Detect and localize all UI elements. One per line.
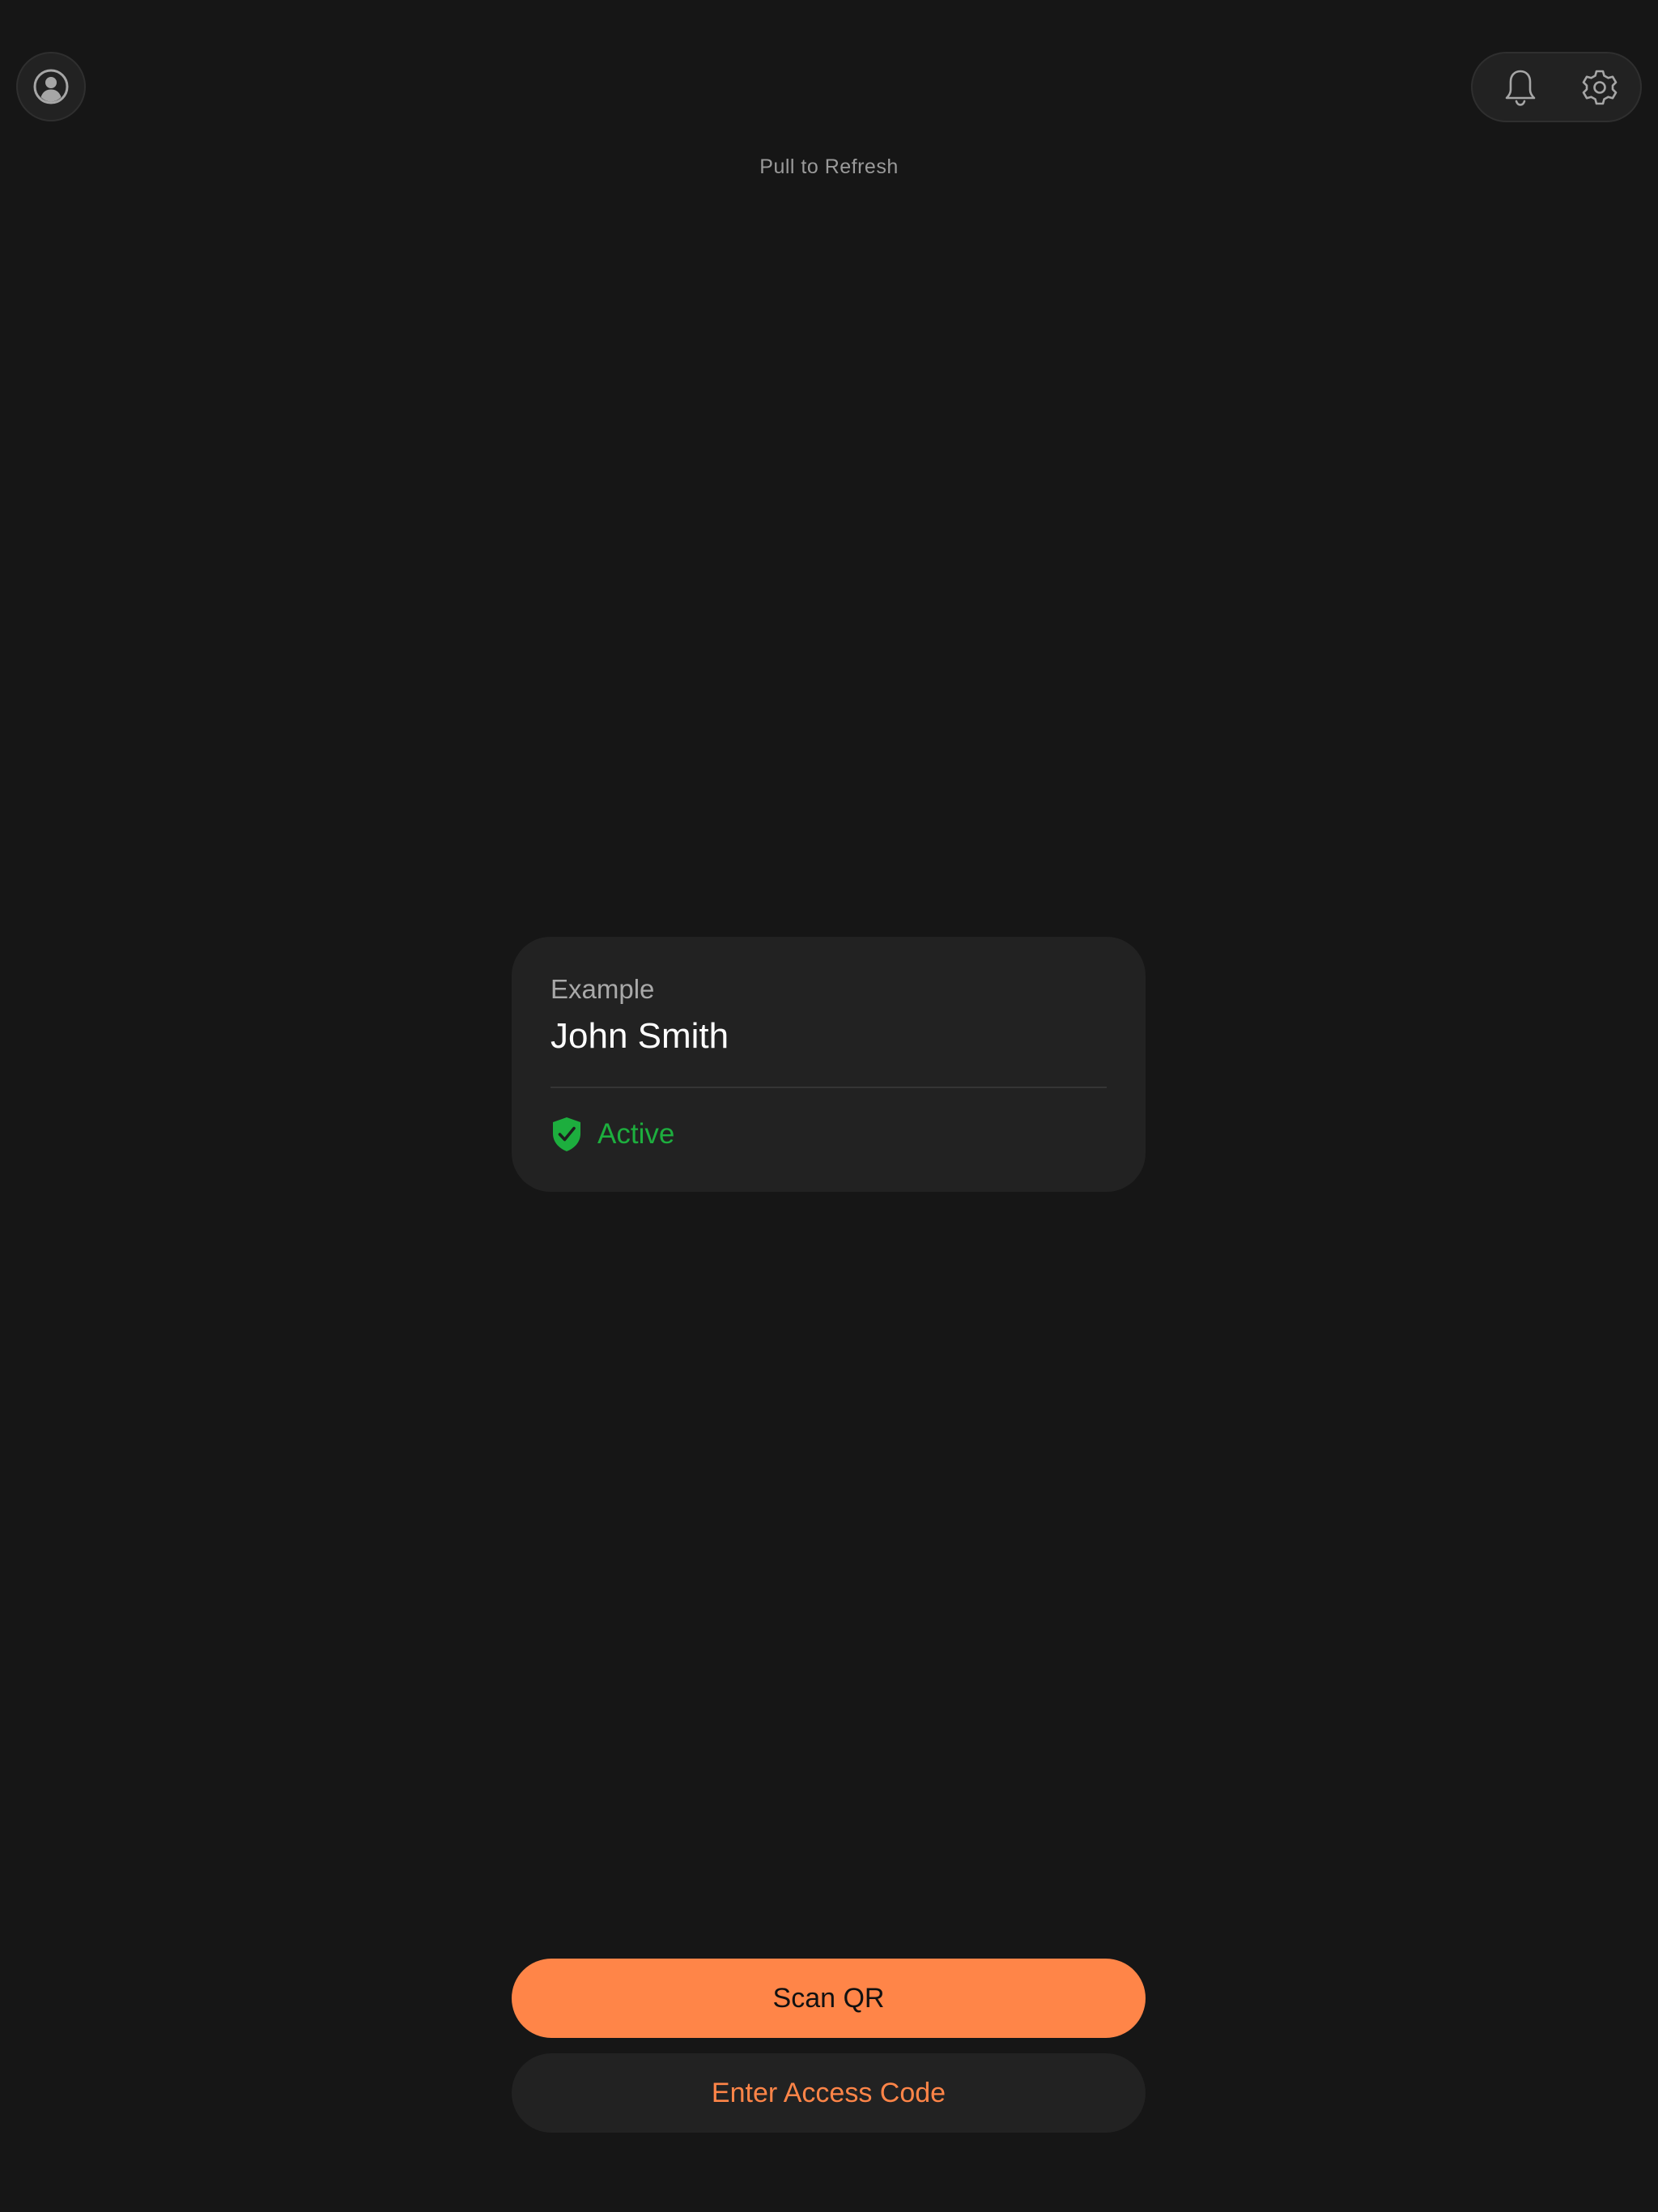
- gear-icon: [1582, 70, 1618, 104]
- card-label: Example: [551, 974, 655, 1004]
- scan-qr-button[interactable]: Scan QR: [512, 1959, 1146, 2038]
- bell-icon: [1505, 70, 1536, 106]
- user-name: John Smith: [551, 1016, 729, 1056]
- settings-button[interactable]: [1563, 53, 1636, 121]
- shield-check-icon: [553, 1117, 580, 1151]
- pull-to-refresh-hint: Pull to Refresh: [759, 155, 899, 178]
- person-circle-icon: [33, 69, 69, 104]
- status-row: Active: [551, 1114, 674, 1155]
- divider: [551, 1087, 1107, 1088]
- user-card: Example John Smith Active: [512, 937, 1146, 1192]
- header-actions-group: [1471, 52, 1642, 122]
- enter-access-code-button[interactable]: Enter Access Code: [512, 2053, 1146, 2133]
- notifications-button[interactable]: [1484, 53, 1557, 121]
- profile-button[interactable]: [16, 52, 86, 121]
- status-badge: Active: [597, 1118, 675, 1150]
